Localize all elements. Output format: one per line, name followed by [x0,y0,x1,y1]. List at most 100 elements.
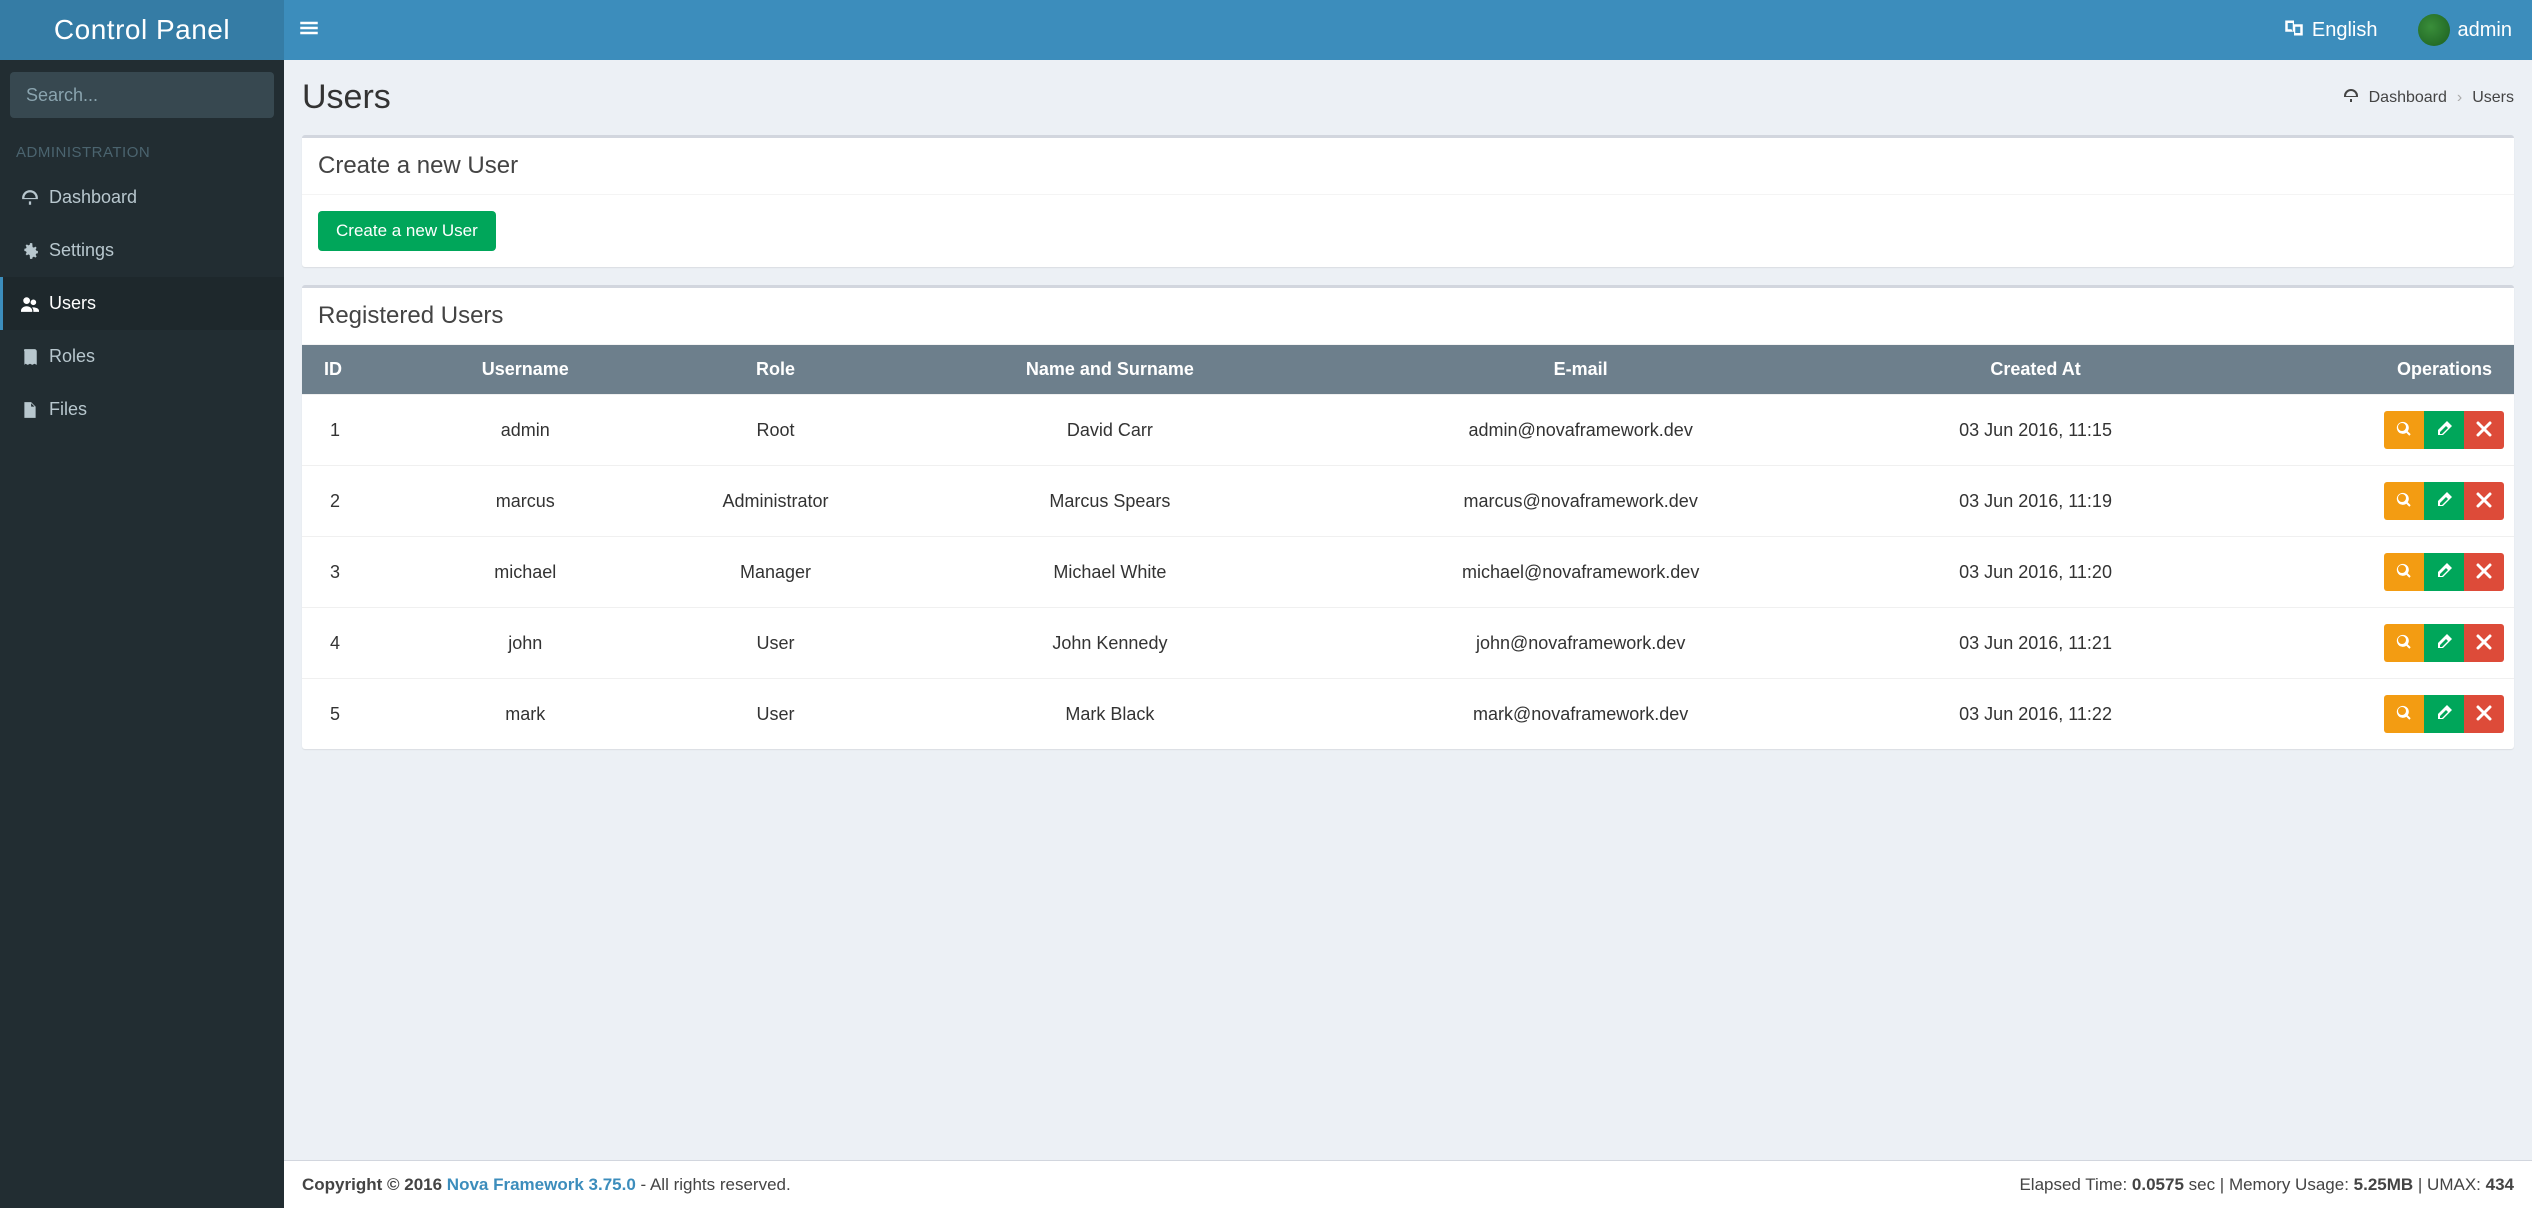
table-col-name-and-surname: Name and Surname [911,345,1310,395]
cell-email: admin@novaframework.dev [1309,395,1852,466]
close-icon [2476,563,2492,582]
table-row: 4johnUserJohn Kennedyjohn@novaframework.… [302,608,2514,679]
pencil-icon [2436,563,2452,582]
sidebar-item-files[interactable]: Files [0,383,284,436]
bars-icon [299,18,319,42]
rights-text: - All rights reserved. [636,1175,791,1194]
table-col-username: Username [410,345,641,395]
edit-button[interactable] [2424,695,2464,733]
search-icon [2396,421,2412,440]
close-icon [2476,705,2492,724]
view-button[interactable] [2384,411,2424,449]
cell-username: john [410,608,641,679]
cell-operations [2219,608,2514,679]
delete-button[interactable] [2464,411,2504,449]
cell-name: Michael White [911,537,1310,608]
table-col-created-at: Created At [1852,345,2219,395]
create-user-button[interactable]: Create a new User [318,211,496,251]
pencil-icon [2436,634,2452,653]
breadcrumb-dashboard-link[interactable]: Dashboard [2369,89,2447,107]
delete-button[interactable] [2464,624,2504,662]
users-icon [21,295,49,313]
sidebar-item-label: Settings [49,240,114,261]
topbar: English admin [284,0,2532,60]
cell-operations [2219,679,2514,750]
page-title: Users [302,78,391,117]
create-user-box: Create a new User Create a new User [302,135,2514,267]
framework-link[interactable]: Nova Framework 3.75.0 [447,1175,636,1194]
cell-role: Root [641,395,911,466]
table-row: 5markUserMark Blackmark@novaframework.de… [302,679,2514,750]
pencil-icon [2436,705,2452,724]
table-row: 3michaelManagerMichael Whitemichael@nova… [302,537,2514,608]
language-selector[interactable]: English [2264,0,2398,60]
search-icon [2396,492,2412,511]
search-icon [2396,563,2412,582]
table-col-operations: Operations [2219,345,2514,395]
pencil-icon [2436,421,2452,440]
sidebar-item-roles[interactable]: Roles [0,330,284,383]
cell-created: 03 Jun 2016, 11:15 [1852,395,2219,466]
cell-name: John Kennedy [911,608,1310,679]
sidebar-item-label: Files [49,399,87,420]
view-button[interactable] [2384,695,2424,733]
view-button[interactable] [2384,624,2424,662]
language-icon [2284,18,2304,42]
sidebar-item-label: Dashboard [49,187,137,208]
sidebar-item-settings[interactable]: Settings [0,224,284,277]
view-button[interactable] [2384,482,2424,520]
cell-id: 1 [302,395,410,466]
sidebar-toggle-button[interactable] [284,0,334,60]
brand-title[interactable]: Control Panel [0,0,284,60]
dashboard-icon [2343,88,2359,107]
file-icon [21,401,49,419]
delete-button[interactable] [2464,553,2504,591]
footer-right: Elapsed Time: 0.0575 sec | Memory Usage:… [2019,1175,2514,1195]
cell-role: User [641,608,911,679]
cell-operations [2219,395,2514,466]
page-header: Users Dashboard › Users [284,60,2532,117]
registered-users-box-title: Registered Users [302,288,2514,345]
footer-left: Copyright © 2016 Nova Framework 3.75.0 -… [302,1175,791,1195]
search-icon [2396,634,2412,653]
dashboard-icon [21,189,49,207]
user-menu[interactable]: admin [2398,0,2532,60]
edit-button[interactable] [2424,624,2464,662]
cell-email: john@novaframework.dev [1309,608,1852,679]
sidebar-item-users[interactable]: Users [0,277,284,330]
cell-name: Marcus Spears [911,466,1310,537]
sidebar-section-header: ADMINISTRATION [0,130,284,171]
cell-id: 2 [302,466,410,537]
search-input[interactable] [10,85,274,106]
table-col-role: Role [641,345,911,395]
delete-button[interactable] [2464,482,2504,520]
edit-button[interactable] [2424,411,2464,449]
close-icon [2476,634,2492,653]
edit-button[interactable] [2424,553,2464,591]
sidebar-item-dashboard[interactable]: Dashboard [0,171,284,224]
book-icon [21,348,49,366]
sidebar-item-label: Roles [49,346,95,367]
edit-button[interactable] [2424,482,2464,520]
sidebar: Control Panel ADMINISTRATION Dashboard Se… [0,0,284,1208]
close-icon [2476,492,2492,511]
content: Users Dashboard › Users Create a new Use… [284,60,2532,1208]
table-col-id: ID [302,345,410,395]
cell-id: 5 [302,679,410,750]
sidebar-nav: Dashboard Settings Users Roles Files [0,171,284,436]
view-button[interactable] [2384,553,2424,591]
cell-name: Mark Black [911,679,1310,750]
cell-role: User [641,679,911,750]
table-row: 2marcusAdministratorMarcus Spearsmarcus@… [302,466,2514,537]
table-col-e-mail: E-mail [1309,345,1852,395]
cell-role: Manager [641,537,911,608]
table-row: 1adminRootDavid Carradmin@novaframework.… [302,395,2514,466]
delete-button[interactable] [2464,695,2504,733]
cell-email: marcus@novaframework.dev [1309,466,1852,537]
registered-users-box: Registered Users IDUsernameRoleName and … [302,285,2514,749]
cell-username: marcus [410,466,641,537]
cell-username: mark [410,679,641,750]
table-header-row: IDUsernameRoleName and SurnameE-mailCrea… [302,345,2514,395]
breadcrumb: Dashboard › Users [2343,88,2514,107]
avatar [2418,14,2450,46]
